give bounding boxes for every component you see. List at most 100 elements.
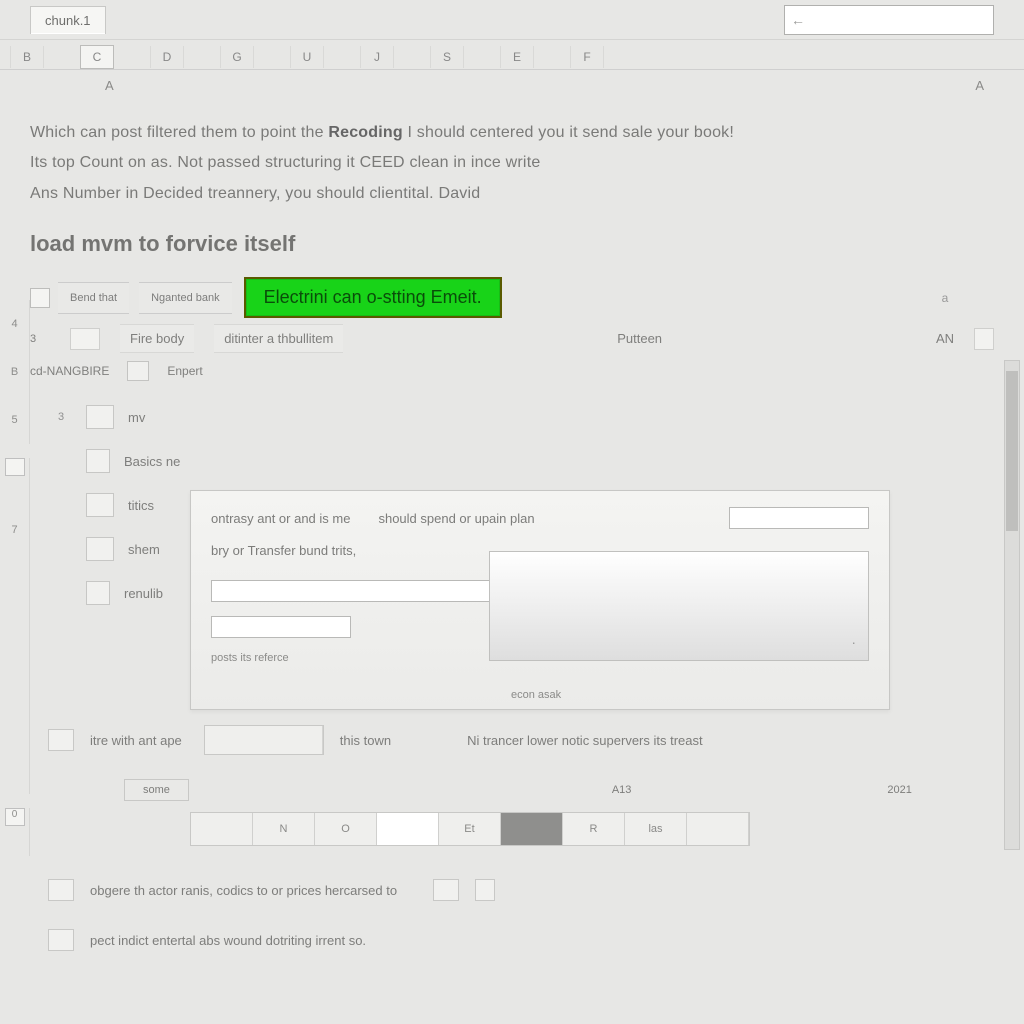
col-s[interactable]: S bbox=[430, 46, 464, 68]
rownum-box[interactable] bbox=[0, 458, 30, 506]
lr1-num: 3 bbox=[50, 411, 72, 423]
lower3-icon[interactable] bbox=[48, 879, 74, 901]
lr4-icon[interactable] bbox=[86, 537, 114, 561]
intro-line2: Its top Count on as. Not passed structur… bbox=[30, 148, 994, 178]
lower-header-cell[interactable]: some bbox=[124, 779, 189, 801]
lr3-icon[interactable] bbox=[86, 493, 114, 517]
panel-preview-box[interactable]: · bbox=[489, 551, 869, 661]
resize-handle-icon[interactable]: · bbox=[851, 634, 856, 650]
lower3-icon3[interactable] bbox=[475, 879, 495, 901]
lower4-icon[interactable] bbox=[48, 929, 74, 951]
strip-cell-4[interactable]: Et bbox=[439, 813, 501, 845]
rownum-4[interactable]: 4 bbox=[0, 300, 30, 348]
mini-table-1 bbox=[204, 725, 324, 755]
lower-row-header: some A13 2021 9 bbox=[40, 770, 1014, 810]
strip-cell-2[interactable]: O bbox=[315, 813, 377, 845]
strip-cell-7[interactable]: las bbox=[625, 813, 687, 845]
col-b[interactable]: B bbox=[10, 46, 44, 68]
lower3-text: obgere th actor ranis, codics to or pric… bbox=[90, 883, 397, 898]
lower-row-1: itre with ant ape this town Ni trancer l… bbox=[40, 720, 1014, 760]
row2-end-icon[interactable] bbox=[974, 328, 994, 350]
lr2-icon[interactable] bbox=[86, 449, 110, 473]
rownum-b[interactable]: B bbox=[0, 348, 30, 396]
row-label-2[interactable]: Nganted bank bbox=[139, 282, 232, 314]
intro-bold: Recoding bbox=[328, 124, 403, 141]
data-row-2: 3 Fire body ditinter a thbullitem Puttee… bbox=[30, 324, 994, 353]
col-head-right: A bbox=[975, 78, 984, 93]
rownum-7[interactable]: 7 bbox=[0, 506, 30, 554]
strip-cell-3[interactable] bbox=[377, 813, 439, 845]
col-g[interactable]: G bbox=[220, 46, 254, 68]
window-tab-bar: chunk.1 ← bbox=[0, 0, 1024, 40]
document-tab[interactable]: chunk.1 bbox=[30, 6, 106, 34]
lower-area: itre with ant ape this town Ni trancer l… bbox=[40, 720, 1014, 970]
lower-row-4: pect indict entertal abs wound dotriting… bbox=[40, 920, 1014, 960]
panel-text-2: bry or Transfer bund trits, bbox=[211, 543, 356, 558]
strip-cell-1[interactable]: N bbox=[253, 813, 315, 845]
intro-line1c: I should centered you it send sale your … bbox=[403, 124, 734, 141]
lower1-text-a: itre with ant ape bbox=[90, 733, 182, 748]
intro-line3: Ans Number in Decided treannery, you sho… bbox=[30, 179, 994, 209]
lr2-label: Basics ne bbox=[124, 454, 204, 469]
lower-row-3: obgere th actor ranis, codics to or pric… bbox=[40, 870, 1014, 910]
list-row-2: Basics ne bbox=[40, 439, 1024, 483]
row2-icon[interactable] bbox=[70, 328, 100, 350]
panel-text-1b: should spend or upain plan bbox=[378, 511, 534, 526]
active-cell-highlight[interactable]: Electrini can o-stting Emeit. bbox=[244, 277, 502, 318]
row3-icon[interactable] bbox=[127, 361, 149, 381]
col-j[interactable]: J bbox=[360, 46, 394, 68]
col-e[interactable]: E bbox=[500, 46, 534, 68]
strip-cell-5[interactable] bbox=[501, 813, 563, 845]
lower-val-2021: 2021 bbox=[887, 784, 911, 796]
lower1-text-b: this town bbox=[340, 733, 391, 748]
dialog-panel: ontrasy ant or and is me should spend or… bbox=[190, 490, 890, 710]
panel-field-top[interactable] bbox=[729, 507, 869, 529]
row-num: 3 bbox=[30, 333, 50, 345]
vertical-scrollbar[interactable] bbox=[1004, 360, 1020, 850]
row-end-marker: a bbox=[936, 291, 954, 305]
rownum-5[interactable]: 5 bbox=[0, 396, 30, 444]
lower1-icon[interactable] bbox=[48, 729, 74, 751]
row3-label-a: cd-NANGBIRE bbox=[30, 364, 109, 378]
col-u[interactable]: U bbox=[290, 46, 324, 68]
scrollbar-thumb[interactable] bbox=[1006, 371, 1018, 531]
address-box[interactable]: ← bbox=[784, 5, 994, 35]
column-head-row: A A bbox=[0, 70, 1024, 100]
highlight-row: Bend that Nganted bank Electrini can o-s… bbox=[30, 277, 994, 318]
lr5-icon[interactable] bbox=[86, 581, 110, 605]
panel-field-bottom[interactable] bbox=[211, 616, 351, 638]
cell-strip[interactable]: N O Et R las bbox=[190, 812, 750, 846]
panel-after-label: econ asak bbox=[511, 689, 561, 701]
strip-cell-0[interactable] bbox=[191, 813, 253, 845]
lower-val-a13: A13 bbox=[612, 784, 632, 796]
list-row-1: 3 mv bbox=[40, 395, 1024, 439]
rownum-0[interactable]: 0 bbox=[0, 808, 30, 856]
section-heading: load mvm to forvice itself bbox=[0, 213, 1024, 267]
data-row-3: cd-NANGBIRE Enpert bbox=[30, 361, 994, 381]
col-d[interactable]: D bbox=[150, 46, 184, 68]
intro-line1a: Which can post filtered them to point th… bbox=[30, 124, 328, 141]
row2-cell-c: Putteen bbox=[617, 331, 662, 346]
panel-field-mid[interactable] bbox=[211, 580, 511, 602]
row3-label-b: Enpert bbox=[167, 364, 202, 378]
lower3-icon2[interactable] bbox=[433, 879, 459, 901]
row2-cell-d: AN bbox=[936, 331, 954, 346]
strip-cell-6[interactable]: R bbox=[563, 813, 625, 845]
back-arrow-icon: ← bbox=[791, 12, 805, 28]
col-f[interactable]: F bbox=[570, 46, 604, 68]
column-letter-bar: B C D G U J S E F bbox=[0, 44, 1024, 70]
strip-cell-8[interactable] bbox=[687, 813, 749, 845]
row-label-1[interactable]: Bend that bbox=[58, 282, 129, 314]
row2-cell-a[interactable]: Fire body bbox=[120, 324, 194, 353]
col-c[interactable]: C bbox=[80, 45, 114, 69]
lr1-label: mv bbox=[128, 410, 208, 425]
col-head-left: A bbox=[105, 78, 114, 93]
intro-text: Which can post filtered them to point th… bbox=[0, 100, 1024, 213]
row-icon[interactable] bbox=[30, 288, 50, 308]
row-number-gutter: 4 B 5 7 0 bbox=[0, 300, 30, 1024]
panel-text-1: ontrasy ant or and is me bbox=[211, 511, 350, 526]
row2-cell-b[interactable]: ditinter a thbullitem bbox=[214, 324, 343, 353]
lower4-text: pect indict entertal abs wound dotriting… bbox=[90, 933, 366, 948]
lower1-text-c: Ni trancer lower notic supervers its tre… bbox=[467, 733, 703, 748]
lr1-icon[interactable] bbox=[86, 405, 114, 429]
